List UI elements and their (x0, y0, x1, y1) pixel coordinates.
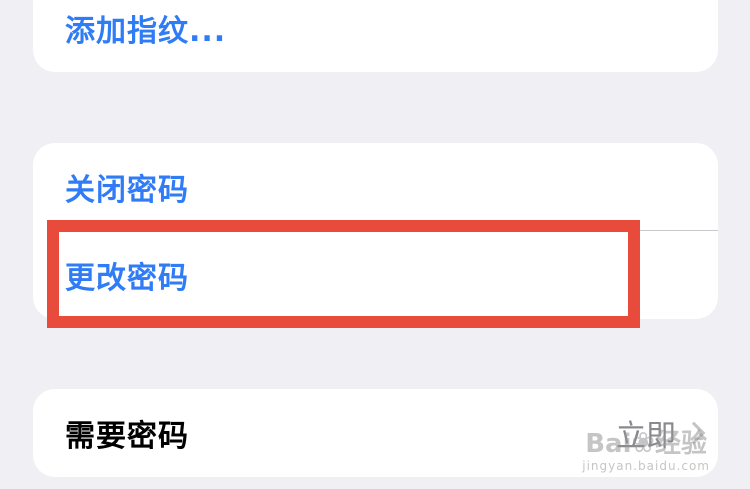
change-passcode-row[interactable]: 更改密码 (33, 231, 718, 319)
add-fingerprint-label: 添加指纹... (65, 14, 227, 49)
require-passcode-value: 立即 (616, 419, 676, 454)
passcode-group: 关闭密码 更改密码 (33, 143, 718, 319)
turn-passcode-off-row[interactable]: 关闭密码 (33, 143, 718, 231)
change-passcode-label: 更改密码 (65, 261, 189, 296)
require-passcode-row[interactable]: 需要密码 立即 (33, 389, 718, 477)
chevron-right-icon (682, 421, 706, 445)
fingerprint-group: 添加指纹... (33, 0, 718, 72)
require-passcode-group: 需要密码 立即 (33, 389, 718, 477)
turn-passcode-off-label: 关闭密码 (65, 173, 189, 208)
require-passcode-label: 需要密码 (65, 419, 189, 454)
add-fingerprint-row[interactable]: 添加指纹... (33, 0, 718, 72)
